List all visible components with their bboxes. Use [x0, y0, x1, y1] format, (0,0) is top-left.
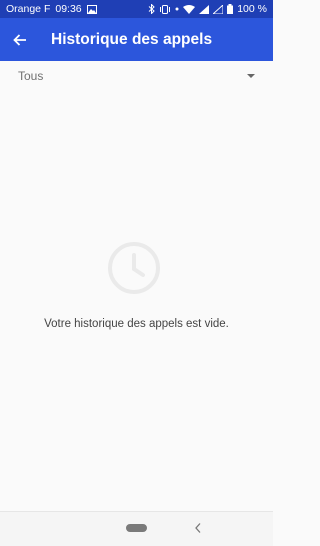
dropdown-arrow-icon: [247, 74, 255, 78]
chevron-left-icon[interactable]: [194, 522, 202, 534]
vibrate-icon: [159, 4, 171, 14]
status-left: Orange F 09:36: [6, 3, 97, 15]
home-button[interactable]: [126, 524, 147, 532]
signal-icon: [199, 4, 210, 14]
wifi-icon: [183, 4, 196, 14]
status-bar: Orange F 09:36 100 %: [0, 0, 273, 18]
navigation-bar: [0, 511, 273, 546]
call-filter-dropdown[interactable]: Tous: [0, 61, 273, 91]
battery-icon: [227, 4, 234, 14]
clock-icon: [108, 242, 160, 294]
image-icon: [86, 4, 97, 14]
dot-icon: [175, 7, 179, 11]
carrier-label: Orange F: [6, 3, 51, 15]
battery-label: 100 %: [237, 3, 267, 15]
status-time: 09:36: [55, 3, 82, 15]
filter-selected-value: Tous: [18, 69, 44, 83]
app-bar: Historique des appels: [0, 18, 273, 61]
arrow-left-icon: [13, 33, 26, 46]
bluetooth-icon: [148, 4, 155, 14]
signal-icon-2: [213, 4, 224, 14]
empty-state-message: Votre historique des appels est vide.: [44, 318, 229, 330]
back-button[interactable]: [0, 18, 42, 61]
page-title: Historique des appels: [51, 30, 213, 48]
status-right: 100 %: [148, 3, 267, 15]
